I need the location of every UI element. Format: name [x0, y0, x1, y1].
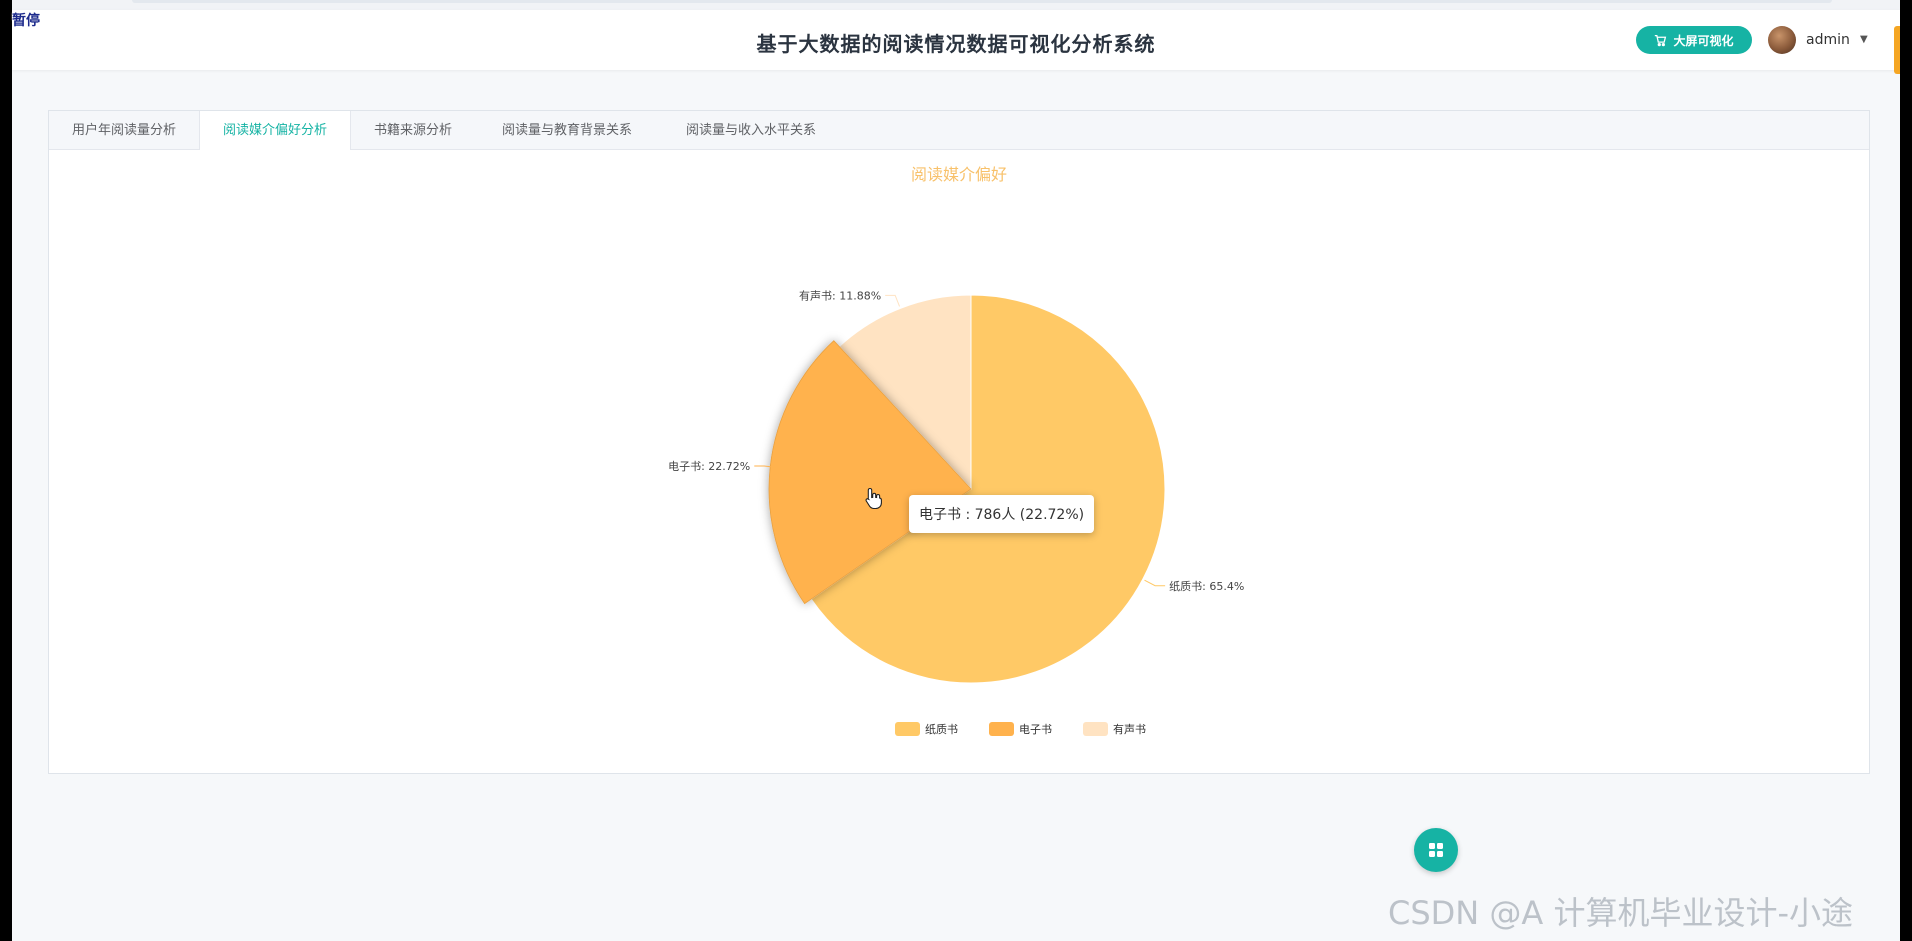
system-title: 基于大数据的阅读情况数据可视化分析系统	[756, 32, 1156, 56]
legend-label-2[interactable]: 有声书	[1113, 722, 1146, 736]
legend-label-1[interactable]: 电子书	[1019, 723, 1052, 736]
tab-media-preference[interactable]: 阅读媒介偏好分析	[199, 111, 351, 150]
browser-top-strip	[12, 0, 1900, 10]
csdn-watermark: CSDN @A 计算机毕业设计-小途	[1388, 894, 1854, 932]
app-header: 基于大数据的阅读情况数据可视化分析系统 大屏可视化 admin ▼	[12, 10, 1900, 74]
tab-bar: 用户年阅读量分析 阅读媒介偏好分析 书籍来源分析 阅读量与教育背景关系 阅读量与…	[49, 111, 1869, 150]
tab-education-relation[interactable]: 阅读量与教育背景关系	[475, 111, 659, 150]
app-screen: 基于大数据的阅读情况数据可视化分析系统 大屏可视化 admin ▼ 用户年阅读量…	[12, 0, 1900, 941]
caret-down-icon[interactable]: ▼	[1860, 34, 1868, 45]
chart-tooltip: 电子书 : 786人 (22.72%)	[909, 495, 1095, 533]
legend-swatch-1[interactable]	[989, 722, 1014, 736]
analysis-card: 用户年阅读量分析 阅读媒介偏好分析 书籍来源分析 阅读量与教育背景关系 阅读量与…	[48, 110, 1870, 774]
grid-menu-button[interactable]	[1414, 828, 1458, 872]
slice-label-2: 有声书: 11.88%	[799, 288, 881, 302]
slice-leader-line-2	[885, 294, 901, 307]
username[interactable]: admin	[1806, 32, 1850, 48]
grid-icon	[1429, 843, 1443, 857]
slice-leader-line-0	[1144, 579, 1166, 587]
slice-label-0: 纸质书: 65.4%	[1169, 580, 1244, 593]
pause-overlay-text: 暂停	[12, 13, 40, 29]
pie-chart-area: 阅读媒介偏好 纸质书: 65.4% 电子书: 22.72% 有声书: 11.88% 纸…	[49, 150, 1869, 772]
tab-book-source[interactable]: 书籍来源分析	[351, 111, 475, 150]
tab-annual-reading[interactable]: 用户年阅读量分析	[49, 111, 199, 150]
avatar[interactable]	[1768, 26, 1796, 54]
pie-chart: 阅读媒介偏好 纸质书: 65.4% 电子书: 22.72% 有声书: 11.88% 纸…	[668, 165, 1244, 736]
legend-swatch-0[interactable]	[895, 722, 920, 736]
tab-income-relation[interactable]: 阅读量与收入水平关系	[659, 111, 843, 150]
chart-title: 阅读媒介偏好	[911, 165, 1007, 184]
side-accent	[1894, 26, 1900, 74]
slice-label-1: 电子书: 22.72%	[668, 460, 750, 473]
cart-icon	[1655, 34, 1667, 46]
big-screen-button[interactable]: 大屏可视化	[1636, 26, 1752, 54]
legend-label-0[interactable]: 纸质书	[925, 723, 958, 736]
legend-swatch-2[interactable]	[1083, 722, 1108, 736]
big-screen-label: 大屏可视化	[1673, 33, 1734, 48]
